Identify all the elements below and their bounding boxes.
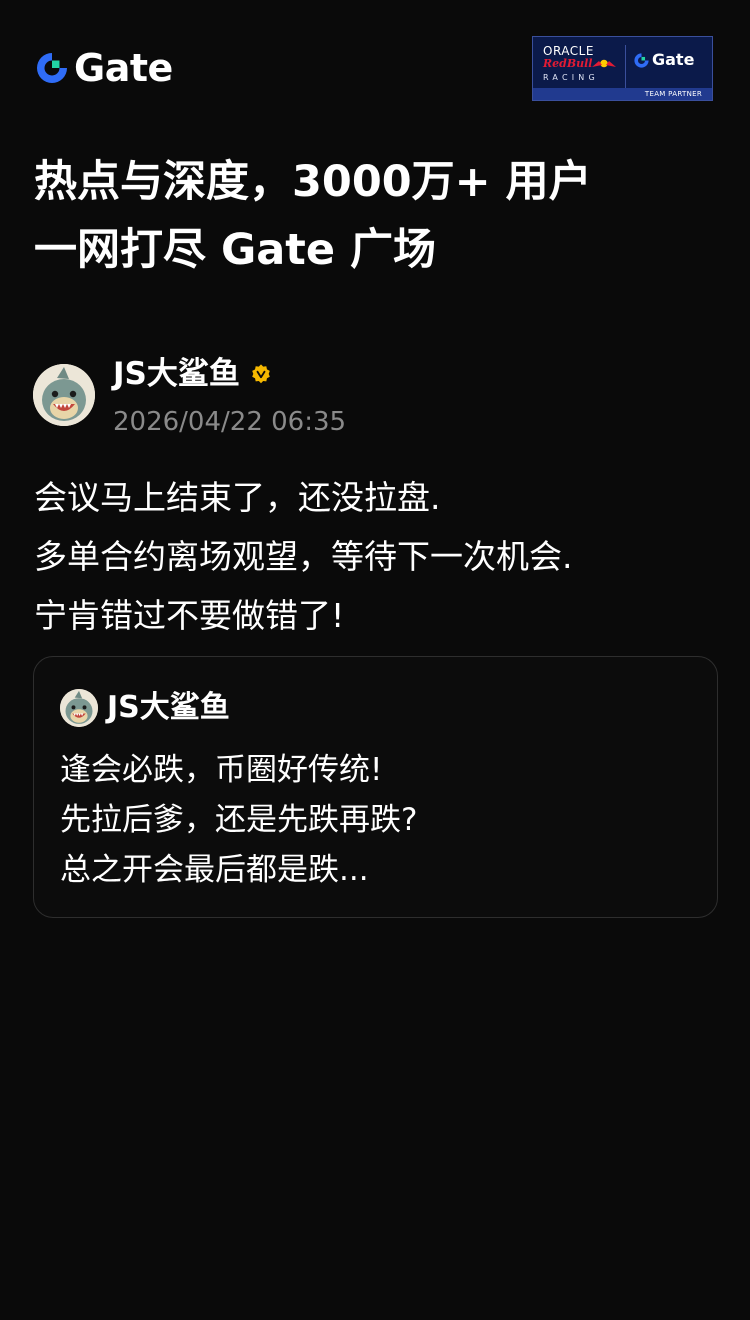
shark-avatar-icon: [33, 364, 95, 426]
team-partner-badge: ORACLE RedBull RACING Gate TEAM PARTNER: [532, 36, 713, 101]
shark-avatar-icon: [60, 689, 98, 727]
author-avatar[interactable]: [33, 364, 95, 426]
quoted-line: 先拉后爹，还是先跌再跌?: [60, 802, 418, 838]
oracle-text: ORACLE: [543, 44, 594, 58]
post-line: 宁肯错过不要做错了!: [34, 596, 345, 635]
quoted-line: 总之开会最后都是跌...: [60, 852, 369, 888]
page-headline: 热点与深度，3000万+ 用户 一网打尽 Gate 广场: [34, 148, 724, 284]
headline-line: 一网打尽 Gate 广场: [34, 225, 436, 275]
quoted-post-content: 逢会必跌，币圈好传统! 先拉后爹，还是先跌再跌? 总之开会最后都是跌...: [60, 745, 680, 895]
headline-line: 热点与深度，3000万+ 用户: [34, 157, 592, 207]
quoted-line: 逢会必跌，币圈好传统!: [60, 752, 383, 788]
gate-logo-icon: [37, 53, 67, 83]
racing-text: RACING: [543, 73, 599, 82]
team-partner-text: TEAM PARTNER: [644, 90, 702, 98]
post-timestamp: 2026/04/22 06:35: [113, 407, 347, 437]
redbull-emblem-icon: [592, 59, 616, 68]
gate-logo-icon: [634, 52, 649, 68]
post-line: 多单合约离场观望，等待下一次机会.: [34, 537, 573, 576]
post-content: 会议马上结束了，还没拉盘. 多单合约离场观望，等待下一次机会. 宁肯错过不要做错…: [34, 468, 724, 645]
gate-logo[interactable]: Gate: [34, 48, 173, 88]
author-name-row[interactable]: JS大鲨鱼: [113, 352, 272, 396]
quoted-author-avatar[interactable]: [60, 689, 98, 727]
badge-divider: [625, 45, 626, 89]
post-line: 会议马上结束了，还没拉盘.: [34, 478, 441, 517]
author-name[interactable]: JS大鲨鱼: [113, 352, 240, 396]
badge-gate-logo: Gate: [633, 51, 694, 69]
verified-badge-icon: [252, 364, 270, 384]
badge-gate-text: Gate: [652, 50, 695, 69]
quoted-author-name[interactable]: JS大鲨鱼: [107, 687, 230, 729]
gate-logo-text: Gate: [74, 46, 173, 90]
quoted-post-card[interactable]: JS大鲨鱼 逢会必跌，币圈好传统! 先拉后爹，还是先跌再跌? 总之开会最后都是跌…: [33, 656, 718, 918]
redbull-text: RedBull: [543, 57, 593, 70]
